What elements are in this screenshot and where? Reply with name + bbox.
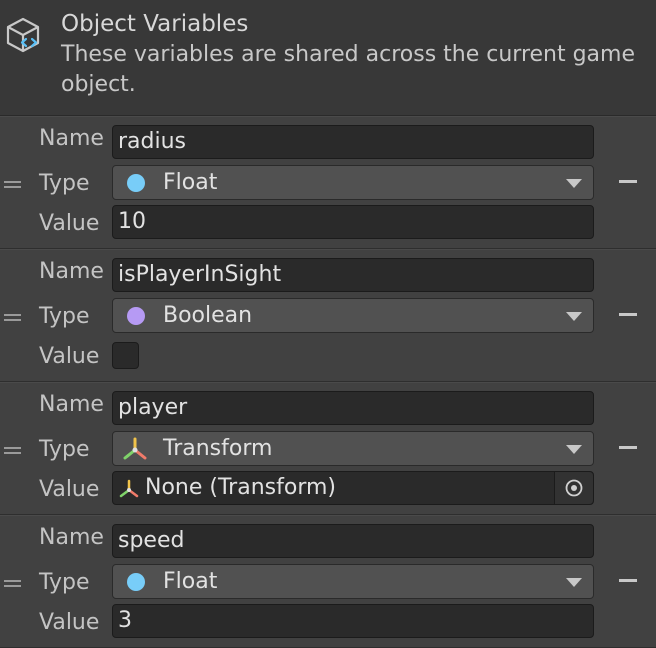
- chevron-down-icon: [566, 578, 582, 587]
- variable-value-field[interactable]: 10: [112, 205, 594, 239]
- variable-name-field[interactable]: isPlayerInSight: [112, 258, 594, 292]
- variable-value-field[interactable]: 3: [112, 604, 594, 638]
- variable-item: Name isPlayerInSight Type Boolean Value: [0, 249, 656, 382]
- drag-handle-icon[interactable]: [4, 181, 21, 189]
- type-label: Type: [39, 437, 90, 462]
- value-label: Value: [39, 477, 100, 502]
- object-variables-icon: [6, 17, 40, 53]
- drag-handle-icon[interactable]: [4, 580, 21, 588]
- value-label: Value: [39, 211, 100, 236]
- target-icon: [565, 479, 583, 497]
- variable-item: Name speed Type Float Value 3: [0, 515, 656, 648]
- variable-type-dropdown[interactable]: Transform: [112, 431, 594, 466]
- variable-list: Name radius Type Float Value 10 Name isP…: [0, 116, 656, 648]
- object-variables-header: Object Variables These variables are sha…: [0, 0, 656, 116]
- transform-icon: [119, 479, 139, 498]
- drag-handle-icon[interactable]: [4, 314, 21, 322]
- variable-type-label: Transform: [163, 436, 273, 461]
- variable-type-dropdown[interactable]: Float: [112, 165, 594, 200]
- name-label: Name: [39, 525, 104, 550]
- variable-type-dropdown[interactable]: Float: [112, 564, 594, 599]
- type-label: Type: [39, 570, 90, 595]
- variable-type-label: Float: [163, 569, 218, 594]
- type-label: Type: [39, 304, 90, 329]
- variable-name-field[interactable]: radius: [112, 125, 594, 159]
- float-type-icon: [127, 174, 145, 192]
- remove-variable-button[interactable]: [619, 313, 637, 316]
- object-picker-button[interactable]: [554, 472, 593, 504]
- chevron-down-icon: [566, 445, 582, 454]
- name-label: Name: [39, 259, 104, 284]
- type-label: Type: [39, 171, 90, 196]
- variable-value-checkbox[interactable]: [112, 342, 139, 369]
- value-label: Value: [39, 344, 100, 369]
- variable-item: Name player Type Transform Value None (T…: [0, 382, 656, 515]
- remove-variable-button[interactable]: [619, 579, 637, 582]
- variable-name-field[interactable]: player: [112, 391, 594, 425]
- variable-object-field[interactable]: None (Transform): [112, 471, 594, 505]
- boolean-type-icon: [127, 307, 145, 325]
- variable-type-label: Float: [163, 170, 218, 195]
- chevron-down-icon: [566, 312, 582, 321]
- variable-type-label: Boolean: [163, 303, 253, 328]
- drag-handle-icon[interactable]: [4, 447, 21, 455]
- chevron-down-icon: [566, 179, 582, 188]
- transform-icon: [123, 437, 147, 460]
- variable-name-field[interactable]: speed: [112, 524, 594, 558]
- name-label: Name: [39, 392, 104, 417]
- remove-variable-button[interactable]: [619, 446, 637, 449]
- variable-type-dropdown[interactable]: Boolean: [112, 298, 594, 333]
- object-field-value: None (Transform): [145, 475, 336, 500]
- name-label: Name: [39, 126, 104, 151]
- remove-variable-button[interactable]: [619, 180, 637, 183]
- value-label: Value: [39, 610, 100, 635]
- float-type-icon: [127, 573, 145, 591]
- header-title: Object Variables: [61, 11, 249, 37]
- header-description: These variables are shared across the cu…: [61, 42, 636, 97]
- variable-item: Name radius Type Float Value 10: [0, 116, 656, 249]
